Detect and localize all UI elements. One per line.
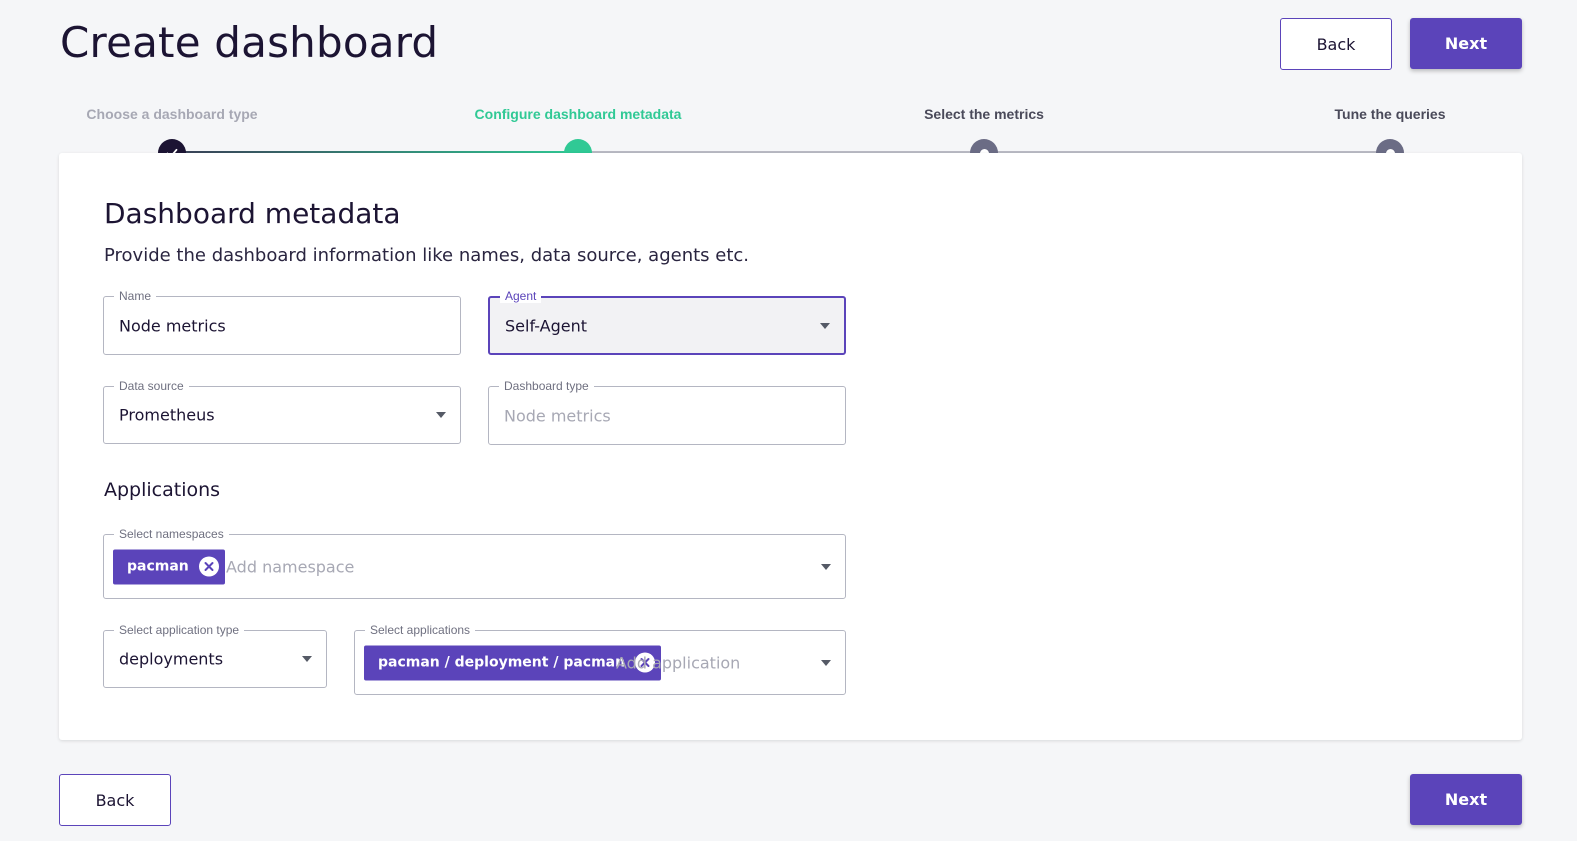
application-chip-label: pacman / deployment / pacman <box>378 654 626 671</box>
applications-title: Applications <box>104 479 221 501</box>
data-source-select[interactable]: Data source Prometheus <box>103 379 461 444</box>
agent-select-label: Agent <box>500 289 542 303</box>
dashboard-type-field-label: Dashboard type <box>499 379 594 393</box>
namespace-chip: pacman <box>113 549 225 584</box>
chevron-down-icon[interactable] <box>820 322 830 329</box>
chevron-down-icon[interactable] <box>302 656 312 662</box>
step-label-select-metrics: Select the metrics <box>924 106 1044 122</box>
page-title: Create dashboard <box>60 18 439 67</box>
applications-select-label: Select applications <box>365 623 476 637</box>
data-source-select-value: Prometheus <box>119 405 215 425</box>
chevron-down-icon[interactable] <box>821 659 831 666</box>
agent-select-value: Self-Agent <box>505 316 587 335</box>
namespace-search-input[interactable]: Add namespace <box>226 557 354 576</box>
name-field[interactable]: Name Node metrics <box>103 289 461 355</box>
step-label-tune-queries: Tune the queries <box>1334 106 1446 122</box>
name-field-label: Name <box>114 289 157 303</box>
namespaces-select-label: Select namespaces <box>114 527 229 541</box>
name-field-value: Node metrics <box>119 316 226 335</box>
dashboard-type-field-value: Node metrics <box>504 406 611 425</box>
header-next-button[interactable]: Next <box>1410 18 1522 69</box>
footer-next-button[interactable]: Next <box>1410 774 1522 825</box>
chevron-down-icon[interactable] <box>821 563 831 570</box>
close-icon[interactable] <box>198 556 219 577</box>
dashboard-type-field: Dashboard type Node metrics <box>488 379 846 445</box>
agent-select[interactable]: Agent Self-Agent <box>488 289 846 355</box>
section-title: Dashboard metadata <box>104 197 401 230</box>
application-type-select[interactable]: Select application type deployments <box>103 623 327 688</box>
namespace-chip-label: pacman <box>127 558 189 575</box>
application-type-select-value: deployments <box>119 649 224 669</box>
namespaces-select[interactable]: Select namespaces pacman Add namespace <box>103 527 846 599</box>
application-type-select-label: Select application type <box>114 623 245 637</box>
step-label-choose-type: Choose a dashboard type <box>86 106 258 122</box>
header-back-button[interactable]: Back <box>1280 18 1392 70</box>
metadata-card: Dashboard metadata Provide the dashboard… <box>59 153 1522 740</box>
data-source-select-label: Data source <box>114 379 189 393</box>
applications-select[interactable]: Select applications pacman / deployment … <box>354 623 846 695</box>
chevron-down-icon[interactable] <box>436 412 446 418</box>
step-label-configure-metadata: Configure dashboard metadata <box>474 106 682 122</box>
footer-back-button[interactable]: Back <box>59 774 171 826</box>
application-search-input[interactable]: Add application <box>616 653 740 672</box>
section-description: Provide the dashboard information like n… <box>104 245 750 266</box>
